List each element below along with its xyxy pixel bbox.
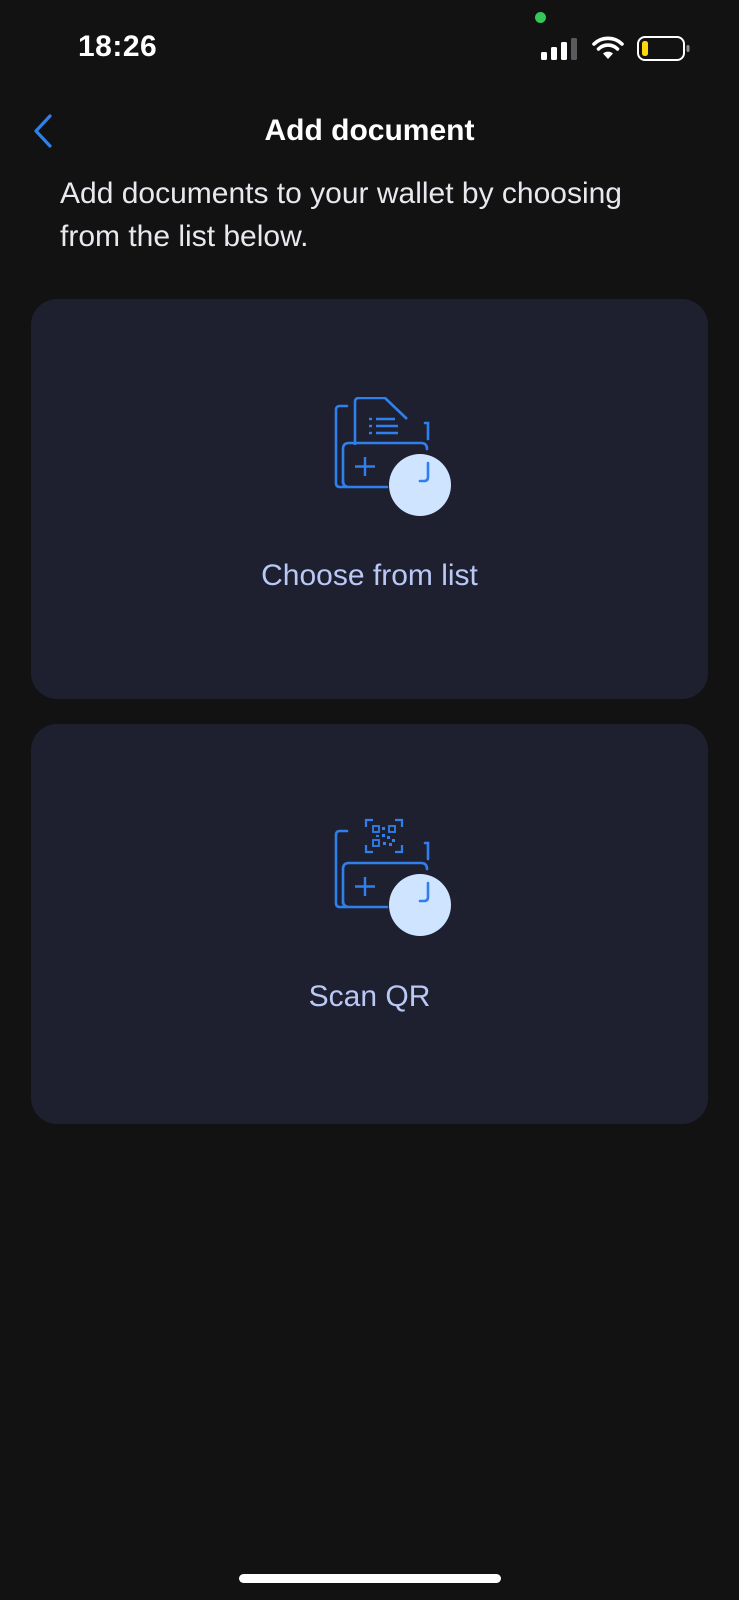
qr-add-icon <box>334 818 451 936</box>
cellular-signal-icon <box>541 38 577 60</box>
scan-qr-button[interactable]: Scan QR <box>31 724 708 1124</box>
wifi-icon <box>592 36 624 59</box>
status-bar: 18:26 <box>0 0 739 90</box>
home-indicator[interactable] <box>239 1574 501 1583</box>
camera-indicator-dot <box>535 12 546 23</box>
choose-from-list-label: Choose from list <box>261 559 478 592</box>
battery-icon <box>637 36 690 61</box>
status-time: 18:26 <box>78 30 158 63</box>
intro-text: Add documents to your wallet by choosing… <box>60 177 622 253</box>
scan-qr-label: Scan QR <box>308 980 431 1013</box>
document-add-icon <box>334 397 451 516</box>
navigation-bar: Add document <box>0 100 739 164</box>
page-title: Add document <box>264 114 475 147</box>
choose-from-list-button[interactable]: Choose from list <box>31 299 708 699</box>
